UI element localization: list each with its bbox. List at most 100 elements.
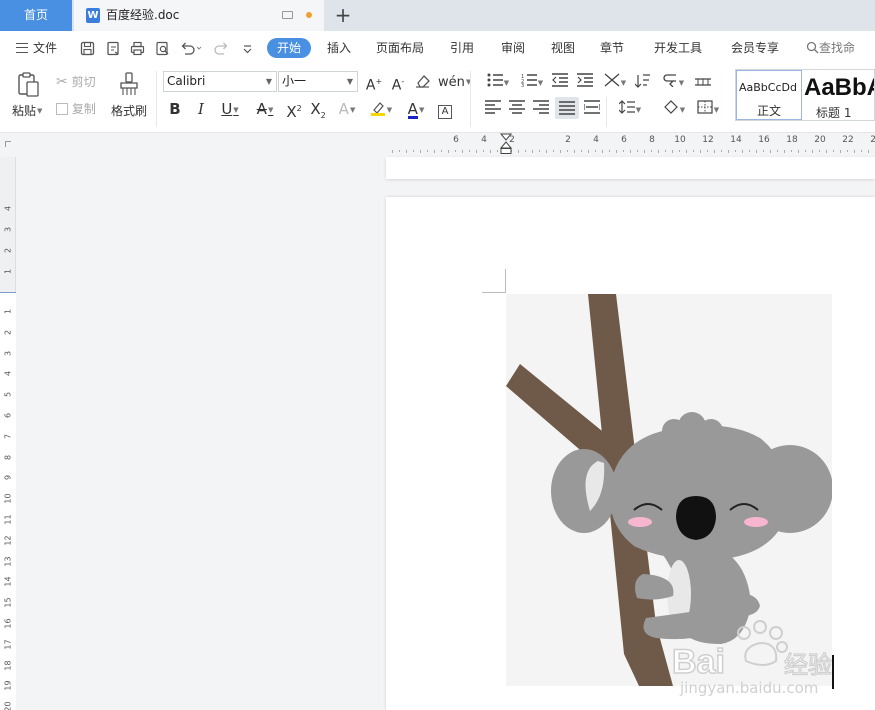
chevron-down-icon: ▼ (346, 77, 353, 86)
align-right-icon[interactable] (532, 100, 550, 118)
sort-icon[interactable] (634, 73, 652, 91)
ruler-tick-label: 4 (593, 135, 599, 145)
menu-section[interactable]: 章节 (600, 31, 624, 65)
line-spacing-icon[interactable]: ▼ (616, 100, 644, 118)
clear-format-icon[interactable] (414, 73, 432, 91)
menu-developer[interactable]: 开发工具 (654, 31, 702, 65)
menu-member[interactable]: 会员专享 (731, 31, 779, 65)
align-center-icon[interactable] (508, 100, 526, 118)
ruler-tick-mark (798, 150, 799, 153)
align-justify-icon[interactable] (555, 97, 579, 119)
hamburger-icon (16, 43, 28, 53)
tab-stops-icon[interactable] (694, 73, 712, 91)
bullet-list-icon[interactable]: ▼ (484, 73, 512, 91)
ruler-tick-mark (434, 150, 435, 153)
text-direction-icon[interactable]: ▼ (601, 73, 629, 91)
ruler-tick-mark (700, 150, 701, 153)
indent-marker-icon[interactable] (500, 133, 512, 155)
paste-button[interactable]: 粘贴▼ (12, 102, 42, 119)
menu-page-layout[interactable]: 页面布局 (376, 31, 424, 65)
bold-icon[interactable]: B (167, 100, 183, 118)
underline-icon[interactable]: U▼ (216, 100, 244, 118)
ruler-tick-mark (483, 150, 484, 152)
tab-home[interactable]: 首页 (0, 0, 72, 31)
borders-icon[interactable]: ▼ (693, 100, 723, 118)
menu-references[interactable]: 引用 (450, 31, 474, 65)
ruler-tick-mark (637, 150, 638, 152)
shrink-font-icon[interactable]: A- (389, 73, 407, 94)
ruler-tick-mark (602, 150, 603, 153)
ruler-tick-mark (525, 150, 526, 152)
format-painter-icon[interactable] (118, 71, 140, 97)
paw-logo-icon (737, 620, 788, 666)
customize-toolbar-icon[interactable] (240, 41, 255, 56)
ruler-tick-mark (581, 150, 582, 152)
phonetic-guide-icon[interactable]: wén▼ (438, 73, 471, 91)
ruler-tick-label: 1 (3, 268, 13, 275)
style-normal[interactable]: AaBbCcDd 正文 (736, 70, 802, 120)
numbered-list-icon[interactable]: 1 2 3 ▼ (518, 73, 546, 91)
ruler-tick-mark (553, 150, 554, 152)
font-name-select[interactable]: Calibri ▼ (163, 71, 277, 92)
tab-selector[interactable] (5, 141, 11, 147)
page-content: Bai 经验 jingyan.baidu.com (386, 197, 875, 710)
undo-icon[interactable] (180, 41, 202, 56)
format-painter-button[interactable]: 格式刷 (111, 102, 147, 119)
new-tab-button[interactable]: + (334, 3, 352, 27)
ruler-tick-mark (588, 150, 589, 153)
horizontal-ruler[interactable]: 6422468101214161820222426 (0, 133, 875, 157)
text-effect-icon[interactable]: A▼ (334, 100, 360, 118)
print-preview-icon[interactable] (155, 41, 170, 56)
align-left-icon[interactable] (484, 100, 502, 118)
chevron-down-icon: ▼ (265, 77, 272, 86)
ruler-tick-mark (672, 150, 673, 153)
print-icon[interactable] (130, 41, 145, 56)
ruler-tick-mark (406, 150, 407, 153)
char-border-icon[interactable]: A (436, 100, 454, 119)
menu-start[interactable]: 开始 (267, 38, 311, 58)
increase-indent-icon[interactable] (576, 73, 594, 91)
grow-font-icon[interactable]: A+ (365, 73, 383, 94)
ruler-tick-label: 16 (758, 135, 770, 145)
cut-button[interactable]: ✂ 剪切 (56, 73, 96, 90)
font-color-icon[interactable]: A▼ (402, 100, 430, 119)
ruler-tick-mark (413, 150, 414, 152)
shading-icon[interactable]: ▼ (660, 100, 688, 118)
menu-file[interactable]: 文件 (16, 31, 57, 65)
italic-icon[interactable]: I (193, 100, 209, 118)
ruler-tick-label: 4 (481, 135, 487, 145)
ruler-tick-mark (784, 150, 785, 153)
copy-button[interactable]: 复制 (56, 100, 96, 117)
paragraph-mark-icon[interactable]: ▼ (659, 73, 687, 91)
ruler-tick-label: 14 (3, 576, 13, 587)
font-name-value: Calibri (167, 74, 206, 88)
ruler-tick-mark (854, 150, 855, 153)
ruler-tick-label: 20 (3, 701, 13, 710)
subscript-icon[interactable]: X2 (308, 100, 328, 120)
decrease-indent-icon[interactable] (551, 73, 569, 91)
menu-view[interactable]: 视图 (551, 31, 575, 65)
document-title: 百度经验.doc (106, 8, 180, 22)
ruler-tick-mark (560, 150, 561, 153)
menu-review[interactable]: 审阅 (501, 31, 525, 65)
tab-document[interactable]: W 百度经验.doc (74, 0, 324, 31)
ruler-tick-mark (644, 150, 645, 153)
paste-icon[interactable] (16, 71, 42, 99)
redo-icon[interactable] (214, 41, 229, 56)
superscript-icon[interactable]: X2 (284, 100, 304, 121)
command-search[interactable]: 查找命令、 (806, 31, 875, 89)
ruler-tick-label: 5 (3, 392, 13, 398)
save-icon[interactable] (80, 41, 95, 56)
ruler-tick-mark (847, 150, 848, 152)
highlight-icon[interactable]: ▼ (367, 100, 395, 118)
unsaved-dot-icon (306, 12, 312, 18)
export-pdf-icon[interactable] (106, 41, 121, 56)
ruler-tick-mark (791, 150, 792, 152)
vertical-ruler[interactable]: 4 3 2 1 1 2 3 4 5 6 7 8 9 10 11 12 13 14 15 16 17 18 19 20 (0, 157, 16, 710)
distributed-align-icon[interactable] (583, 100, 601, 118)
menu-insert[interactable]: 插入 (327, 31, 351, 65)
strikethrough-icon[interactable]: A▼ (251, 100, 279, 118)
font-size-select[interactable]: 小一 ▼ (278, 71, 358, 92)
style-normal-name: 正文 (756, 104, 781, 118)
monitor-icon[interactable] (282, 11, 293, 19)
